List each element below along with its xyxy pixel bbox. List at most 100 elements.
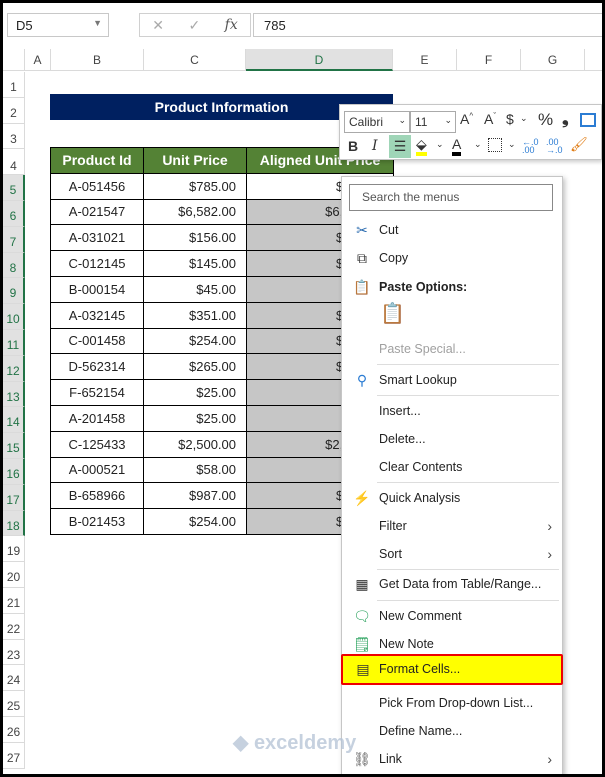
formula-input[interactable]: 785 xyxy=(253,13,602,37)
menu-item-copy[interactable]: ⧉ Copy xyxy=(342,245,562,271)
product-id-cell[interactable]: A-031021 xyxy=(50,224,144,252)
chevron-down-icon[interactable]: ⌄ xyxy=(474,139,482,150)
product-id-cell[interactable]: B-021453 xyxy=(50,508,144,535)
menu-item-quick-analysis[interactable]: ⚡ Quick Analysis xyxy=(342,485,562,511)
chevron-down-icon[interactable]: ⌄ xyxy=(508,139,516,150)
row-header-25[interactable]: 25 xyxy=(3,691,25,717)
unit-price-cell[interactable]: $254.00 xyxy=(143,327,247,355)
product-id-cell[interactable]: D-562314 xyxy=(50,353,144,381)
menu-item-smart-lookup[interactable]: ⚲ Smart Lookup xyxy=(342,367,562,393)
row-header-13[interactable]: 13 xyxy=(3,381,25,408)
unit-price-cell[interactable]: $145.00 xyxy=(143,250,247,277)
row-header-16[interactable]: 16 xyxy=(3,459,25,485)
chevron-down-icon[interactable]: ▼ xyxy=(93,18,102,28)
unit-price-cell[interactable]: $58.00 xyxy=(143,456,247,484)
row-header-27[interactable]: 27 xyxy=(3,742,25,769)
unit-price-cell[interactable]: $265.00 xyxy=(143,353,247,381)
merge-center-icon[interactable] xyxy=(580,113,596,127)
column-header-d[interactable]: D xyxy=(246,49,393,71)
product-id-cell[interactable]: B-658966 xyxy=(50,482,144,510)
menu-item-pick-from-drop-down-list[interactable]: Pick From Drop-down List... xyxy=(342,690,562,716)
font-size-select[interactable]: 11 ⌄ xyxy=(410,111,456,133)
row-header-14[interactable]: 14 xyxy=(3,407,25,434)
cancel-icon[interactable]: ✕ xyxy=(152,17,164,34)
row-header-23[interactable]: 23 xyxy=(3,639,25,666)
header-product-id[interactable]: Product Id xyxy=(50,147,144,174)
row-header-8[interactable]: 8 xyxy=(3,252,25,279)
percent-icon[interactable]: % xyxy=(538,110,553,130)
menu-item-sort[interactable]: Sort › xyxy=(342,541,562,567)
product-id-cell[interactable]: A-032145 xyxy=(50,301,144,329)
menu-item-new-comment[interactable]: 🗨 New Comment xyxy=(342,603,562,629)
row-header-3[interactable]: 3 xyxy=(3,123,25,150)
function-icon[interactable]: fx xyxy=(225,17,238,33)
row-header-1[interactable]: 1 xyxy=(3,72,25,98)
font-color-icon[interactable]: A xyxy=(452,136,462,156)
row-header-24[interactable]: 24 xyxy=(3,665,25,692)
product-id-cell[interactable]: A-000521 xyxy=(50,456,144,484)
header-unit-price[interactable]: Unit Price xyxy=(143,147,247,174)
unit-price-cell[interactable]: $254.00 xyxy=(143,508,247,535)
unit-price-cell[interactable]: $2,500.00 xyxy=(143,430,247,458)
row-header-2[interactable]: 2 xyxy=(3,97,25,124)
row-header-18[interactable]: 18 xyxy=(3,510,25,537)
product-id-cell[interactable]: F-652154 xyxy=(50,379,144,406)
unit-price-cell[interactable]: $156.00 xyxy=(143,224,247,252)
column-header-g[interactable]: G xyxy=(521,49,585,71)
menu-item-filter[interactable]: Filter › xyxy=(342,513,562,539)
row-header-12[interactable]: 12 xyxy=(3,355,25,382)
name-box[interactable]: D5 ▼ xyxy=(7,13,109,37)
unit-price-cell[interactable]: $351.00 xyxy=(143,301,247,329)
column-header-e[interactable]: E xyxy=(393,49,457,71)
product-id-cell[interactable]: A-051456 xyxy=(50,172,144,200)
unit-price-cell[interactable]: $45.00 xyxy=(143,275,247,303)
format-painter-icon[interactable]: 🖌 xyxy=(570,136,588,153)
menu-item-link[interactable]: ⛓ Link › xyxy=(342,746,562,772)
row-header-15[interactable]: 15 xyxy=(3,433,25,459)
increase-font-icon[interactable]: A^ xyxy=(460,111,473,127)
row-header-19[interactable]: 19 xyxy=(3,536,25,563)
row-header-26[interactable]: 26 xyxy=(3,717,25,743)
row-header-4[interactable]: 4 xyxy=(3,149,25,176)
bold-button[interactable]: B xyxy=(348,138,358,154)
row-header-21[interactable]: 21 xyxy=(3,588,25,614)
menu-item-paste-special[interactable]: Paste Special... xyxy=(342,336,562,362)
paste-values-icon[interactable]: 📋 xyxy=(380,301,405,326)
comma-style-icon[interactable]: ❟ xyxy=(562,109,569,129)
menu-item-format-cells[interactable]: ▤ Format Cells... xyxy=(341,654,563,685)
column-header-h[interactable] xyxy=(585,49,602,71)
row-header-7[interactable]: 7 xyxy=(3,226,25,253)
center-align-icon[interactable]: ☰ xyxy=(389,135,411,158)
unit-price-cell[interactable]: $785.00 xyxy=(143,172,247,200)
italic-button[interactable]: I xyxy=(372,138,378,154)
menu-item-clear-contents[interactable]: Clear Contents xyxy=(342,454,562,480)
enter-icon[interactable]: ✓ xyxy=(188,17,200,34)
unit-price-cell[interactable]: $6,582.00 xyxy=(143,198,247,226)
row-header-17[interactable]: 17 xyxy=(3,484,25,511)
row-header-5[interactable]: 5 xyxy=(3,175,25,201)
decrease-font-icon[interactable]: Aˇ xyxy=(484,111,496,127)
increase-decimal-icon[interactable]: ←.0.00 xyxy=(522,138,539,155)
product-id-cell[interactable]: C-001458 xyxy=(50,327,144,355)
column-header-b[interactable]: B xyxy=(51,49,144,71)
column-header-f[interactable]: F xyxy=(457,49,521,71)
product-id-cell[interactable]: B-000154 xyxy=(50,275,144,303)
row-header-22[interactable]: 22 xyxy=(3,613,25,640)
row-header-9[interactable]: 9 xyxy=(3,278,25,305)
currency-icon[interactable]: $ xyxy=(506,111,514,127)
product-id-cell[interactable]: A-021547 xyxy=(50,198,144,226)
row-header-11[interactable]: 11 xyxy=(3,330,25,356)
unit-price-cell[interactable]: $25.00 xyxy=(143,404,247,432)
decrease-decimal-icon[interactable]: .00 →.0 xyxy=(546,138,563,155)
product-id-cell[interactable]: A-201458 xyxy=(50,404,144,432)
unit-price-cell[interactable]: $987.00 xyxy=(143,482,247,510)
row-header-10[interactable]: 10 xyxy=(3,304,25,330)
fill-color-icon[interactable]: ⬙ xyxy=(416,136,427,156)
unit-price-cell[interactable]: $25.00 xyxy=(143,379,247,406)
column-header-c[interactable]: C xyxy=(144,49,246,71)
font-name-select[interactable]: Calibri ⌄ xyxy=(344,111,410,133)
borders-icon[interactable] xyxy=(488,138,502,152)
chevron-down-icon[interactable]: ⌄ xyxy=(520,113,528,124)
select-all-button[interactable] xyxy=(3,49,25,71)
row-header-6[interactable]: 6 xyxy=(3,201,25,227)
